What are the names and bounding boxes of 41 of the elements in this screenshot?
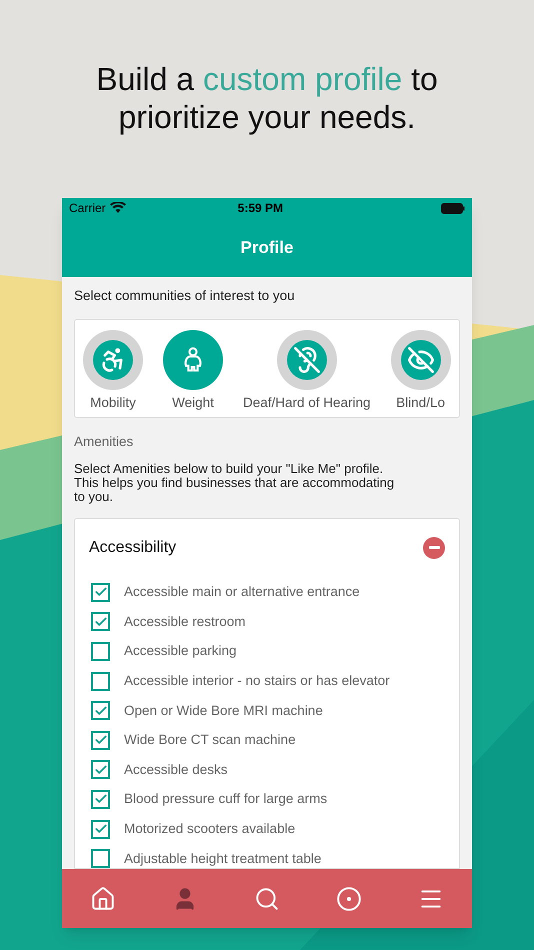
checkbox[interactable] — [91, 790, 110, 809]
screen-title: Profile — [240, 236, 294, 259]
checkbox[interactable] — [91, 582, 110, 602]
battery-icon — [441, 202, 465, 214]
amenity-label: Open or Wide Bore MRI machine — [124, 702, 323, 720]
amenity-label: Accessible parking — [124, 642, 237, 660]
checkbox[interactable] — [91, 672, 110, 691]
amenity-label: Accessible restroom — [124, 612, 246, 631]
minus-icon — [428, 546, 440, 549]
amenity-label: Accessible interior - no stairs or has elevator — [124, 672, 390, 690]
amenity-label: Accessible main or alternative entrance — [124, 583, 360, 602]
checkbox[interactable] — [91, 642, 110, 661]
checkbox[interactable] — [91, 612, 110, 632]
headline: Build a custom profile to prioritize your needs. — [95, 60, 439, 136]
amenities-heading: Amenities — [73, 433, 134, 452]
search-icon — [254, 886, 280, 912]
amenity-label: Adjustable height treatment table — [124, 850, 322, 868]
eye-off-icon — [406, 346, 435, 374]
amenity-label: Wide Bore CT scan machine — [124, 731, 296, 750]
check-icon — [94, 762, 108, 777]
amenity-label: Blood pressure cuff for large arms — [124, 790, 328, 808]
ear-off-icon — [292, 346, 321, 374]
clock-time: 5:59 PM — [236, 200, 284, 217]
carrier-label: Carrier — [69, 200, 106, 217]
check-icon — [94, 614, 108, 629]
communities-prompt: Select communities of interest to you — [73, 287, 296, 305]
amenity-label: Motorized scooters available — [124, 820, 296, 838]
checkbox[interactable] — [91, 730, 110, 750]
checkbox[interactable] — [91, 849, 110, 868]
target-icon — [336, 886, 362, 912]
amenity-label: Accessible desks — [124, 760, 228, 779]
wifi-icon — [110, 202, 126, 214]
check-icon — [94, 704, 108, 718]
amenities-intro: Select Amenities below to build your "Like Me" profile. This helps you find businesses that are accommodating to you. — [73, 462, 396, 504]
home-icon — [90, 886, 116, 912]
section-title: Accessibility — [89, 538, 176, 558]
checkbox[interactable] — [91, 760, 110, 780]
checkbox[interactable] — [91, 820, 110, 839]
checkbox[interactable] — [91, 701, 110, 720]
collapse-button[interactable] — [423, 536, 445, 558]
community-option[interactable]: Deaf/Hard of Hearing — [243, 330, 371, 418]
